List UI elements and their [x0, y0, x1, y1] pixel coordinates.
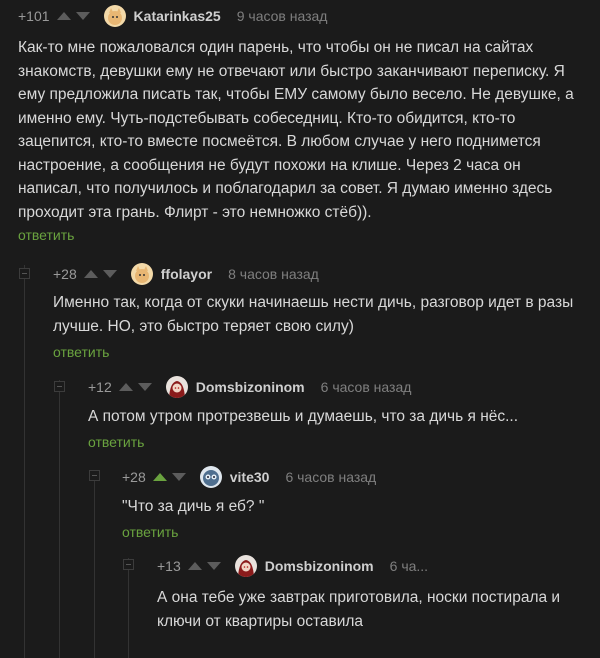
downvote-icon[interactable] [102, 270, 117, 278]
comment-text: А она тебе уже завтрак приготовила, носк… [157, 589, 561, 630]
comment-header: +101 Katarinkas25 9 часов назад [18, 5, 586, 27]
comment-rating: +13 [157, 558, 181, 574]
comment-text: Именно так, когда от скуки начинаешь нес… [53, 294, 574, 335]
upvote-icon[interactable] [152, 473, 167, 481]
upvote-icon[interactable] [187, 562, 202, 570]
avatar-cat-icon[interactable] [103, 5, 126, 27]
comment-time[interactable]: 8 часов назад [228, 266, 319, 282]
comment: +101 Katarinkas25 9 часов назад Как-то м… [18, 5, 586, 243]
comment-author[interactable]: Katarinkas25 [134, 8, 221, 24]
reply-link[interactable]: ответить [122, 524, 586, 540]
comment-rating: +12 [88, 379, 112, 395]
comment-author[interactable]: Domsbizoninom [265, 558, 374, 574]
reply-link[interactable]: ответить [18, 227, 586, 243]
collapse-thread-button[interactable] [19, 268, 30, 279]
downvote-icon[interactable] [171, 473, 186, 481]
comment-author[interactable]: vite30 [230, 469, 270, 485]
comment-header: +13 Domsbizoninom 6 ча... [157, 555, 586, 577]
comment-author[interactable]: ffolayor [161, 266, 212, 282]
avatar-cat-icon[interactable] [130, 263, 153, 285]
collapse-thread-button[interactable] [54, 381, 65, 392]
downvote-icon[interactable] [75, 12, 90, 20]
comment: +28 vite30 6 часов назад "Что за дичь я … [122, 466, 586, 540]
upvote-icon[interactable] [83, 270, 98, 278]
upvote-icon[interactable] [56, 12, 71, 20]
comment-header: +28 ffolayor 8 часов назад [53, 263, 586, 285]
comment-time[interactable]: 6 часов назад [321, 379, 412, 395]
comment: +13 Domsbizoninom 6 ча... А она тебе уже… [157, 555, 586, 633]
downvote-icon[interactable] [206, 562, 221, 570]
thread-line [59, 380, 60, 658]
thread-line [94, 470, 95, 658]
comment-text: А потом утром протрезвешь и думаешь, что… [88, 408, 519, 425]
comment: +12 Domsbizoninom 6 часов назад А потом … [88, 376, 586, 450]
comment-header: +28 vite30 6 часов назад [122, 466, 586, 488]
comment-time[interactable]: 6 часов назад [285, 469, 376, 485]
avatar-robot-icon[interactable] [199, 466, 222, 488]
comment-rating: +28 [122, 469, 146, 485]
collapse-thread-button[interactable] [89, 470, 100, 481]
comment-text: "Что за дичь я еб? " [122, 498, 265, 515]
avatar-anime-icon[interactable] [234, 555, 257, 577]
comment-author[interactable]: Domsbizoninom [196, 379, 305, 395]
downvote-icon[interactable] [137, 383, 152, 391]
comment-text: Как-то мне пожаловался один парень, что … [18, 39, 574, 221]
comment-time[interactable]: 9 часов назад [237, 8, 328, 24]
upvote-icon[interactable] [118, 383, 133, 391]
reply-link[interactable]: ответить [53, 344, 586, 360]
comment-rating: +101 [18, 8, 50, 24]
reply-link[interactable]: ответить [88, 434, 586, 450]
thread-line [128, 558, 129, 658]
comment-time[interactable]: 6 ча... [390, 558, 428, 574]
avatar-anime-icon[interactable] [165, 376, 188, 398]
comment-header: +12 Domsbizoninom 6 часов назад [88, 376, 586, 398]
thread-line [24, 265, 25, 658]
collapse-thread-button[interactable] [123, 559, 134, 570]
comment-rating: +28 [53, 266, 77, 282]
comment: +28 ffolayor 8 часов назад Именно так, к… [53, 263, 586, 360]
